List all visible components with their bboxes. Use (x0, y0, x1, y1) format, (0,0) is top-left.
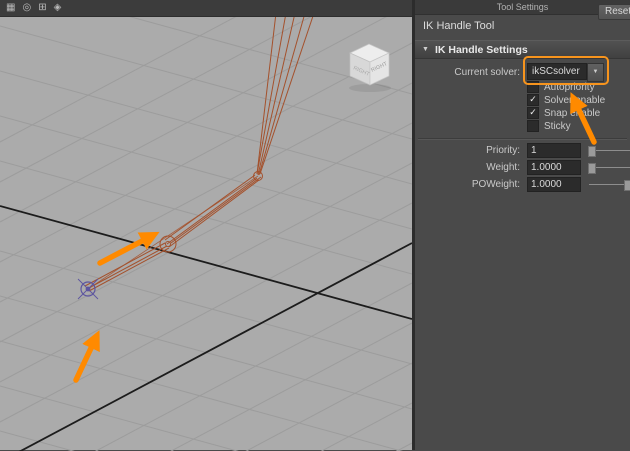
share-icon[interactable]: ◈ (54, 0, 62, 16)
grid-lines (0, 17, 412, 451)
grid-axes (0, 205, 412, 451)
solver-enable-label: Solver enable (544, 94, 606, 106)
dropdown-arrow-icon[interactable]: ▼ (587, 62, 604, 82)
checkbox-solver-enable[interactable]: ✓ (527, 94, 539, 106)
checkbox-sticky[interactable] (527, 120, 539, 132)
checkmark: ✓ (529, 94, 537, 104)
panels-icon[interactable]: ▦ (6, 0, 15, 16)
ik-joint-end-effector[interactable] (77, 278, 99, 300)
priority-label: Priority: (486, 144, 520, 156)
tool-name-label: IK Handle Tool (423, 20, 495, 32)
ik-handle-line (87, 175, 259, 290)
weight-label: Weight: (486, 161, 520, 173)
tool-settings-panel: Tool Settings Reset IK Handle Tool ▼ IK … (415, 0, 630, 450)
current-solver-dropdown[interactable]: ikSCsolver ▼ (527, 62, 604, 82)
solver-enable-row: ✓ Solver enable (527, 94, 630, 106)
viewport-3d[interactable]: ▦ ◎ ⊞ ◈ RIGHT RIGHT (0, 0, 412, 451)
poweight-slider[interactable] (589, 179, 630, 191)
sticky-label: Sticky (544, 120, 571, 132)
priority-row: Priority: (415, 142, 630, 158)
viewport-header: ▦ ◎ ⊞ ◈ (0, 0, 412, 17)
snap-enable-label: Snap enable (544, 107, 601, 119)
current-solver-value[interactable]: ikSCsolver (527, 62, 587, 80)
poweight-label: POWeight: (471, 178, 520, 190)
priority-field[interactable] (527, 142, 581, 158)
weight-slider[interactable] (588, 162, 630, 174)
slider-handle[interactable] (588, 162, 597, 174)
viewport-canvas[interactable]: RIGHT RIGHT (0, 17, 412, 451)
grid-snap-icon[interactable]: ⊞ (38, 0, 46, 16)
checkbox-autopriority[interactable] (527, 81, 539, 93)
view-cube[interactable]: RIGHT RIGHT (349, 43, 391, 92)
weight-row: Weight: (415, 159, 630, 175)
checkmark: ✓ (529, 107, 537, 117)
collapse-arrow-icon: ▼ (422, 46, 429, 53)
poweight-field[interactable] (527, 176, 581, 192)
autopriority-row: Autopriority (527, 81, 630, 93)
sticky-row: Sticky (527, 120, 630, 132)
poweight-row: POWeight: (415, 176, 630, 192)
snap-enable-row: ✓ Snap enable (527, 107, 630, 119)
current-solver-row: Current solver: ikSCsolver ▼ (415, 62, 630, 82)
priority-slider[interactable] (588, 145, 630, 157)
weight-field[interactable] (527, 159, 581, 175)
section-header-ik-handle-settings[interactable]: ▼ IK Handle Settings (415, 40, 630, 59)
section-title: IK Handle Settings (434, 43, 528, 56)
divider (418, 138, 627, 140)
reset-tool-button[interactable]: Reset (598, 4, 630, 20)
checkbox-snap-enable[interactable]: ✓ (527, 107, 539, 119)
current-solver-label: Current solver: (454, 66, 520, 78)
slider-handle[interactable] (588, 145, 597, 157)
camera-icon[interactable]: ◎ (22, 0, 31, 16)
slider-handle[interactable] (624, 179, 630, 191)
autopriority-label: Autopriority (544, 81, 595, 93)
